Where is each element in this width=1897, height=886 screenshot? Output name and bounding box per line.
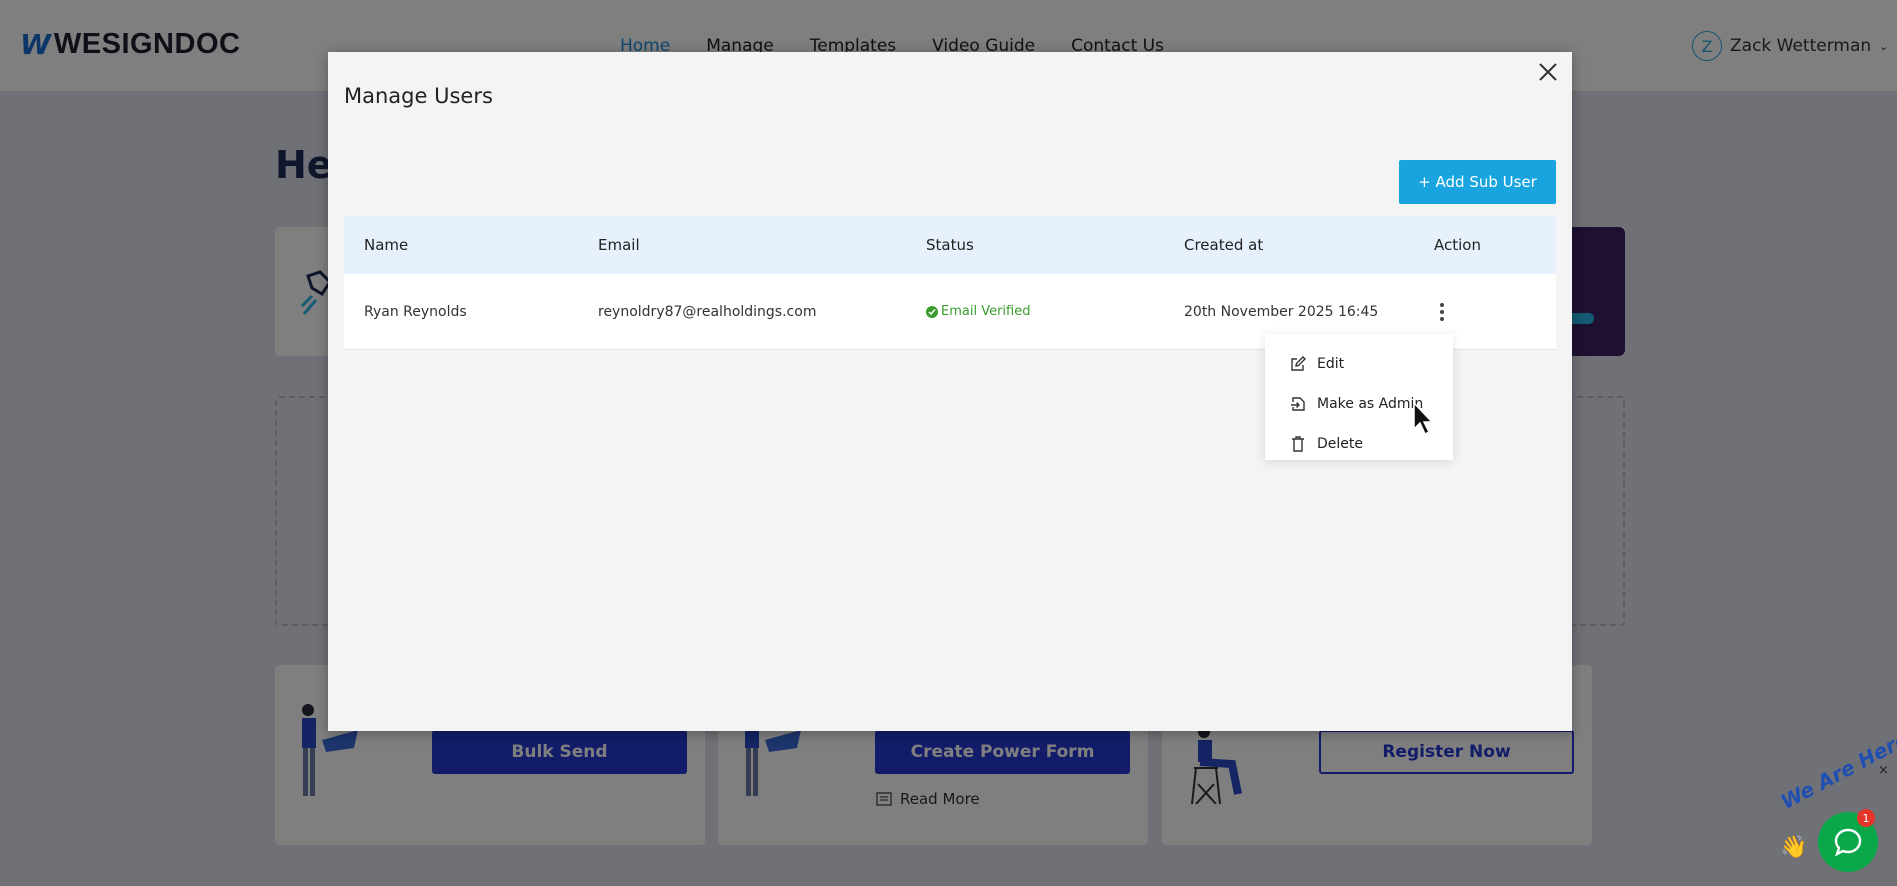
users-table: Name Email Status Created at Action Ryan… (344, 216, 1556, 350)
user-name-cell: Ryan Reynolds (364, 303, 467, 320)
menu-item-make-admin-label: Make as Admin (1317, 396, 1424, 412)
column-header-name: Name (364, 236, 409, 254)
status-label: Email Verified (941, 304, 1031, 319)
edit-icon (1291, 356, 1306, 371)
close-icon[interactable] (1534, 58, 1562, 86)
admin-switch-icon (1291, 397, 1305, 411)
menu-item-delete-label: Delete (1317, 436, 1363, 452)
trash-icon (1292, 436, 1304, 452)
action-dropdown-menu: Edit Make as Admin Delete (1265, 334, 1453, 460)
user-email-cell: reynoldry87@realholdings.com (598, 303, 817, 320)
notification-badge: 1 (1857, 809, 1875, 827)
add-sub-user-button[interactable]: + Add Sub User (1399, 160, 1556, 204)
column-header-email: Email (598, 236, 640, 254)
waving-hand-icon: 👋 (1780, 835, 1808, 860)
table-header: Name Email Status Created at Action (344, 216, 1556, 274)
column-header-action: Action (1434, 236, 1481, 254)
column-header-created-at: Created at (1184, 236, 1264, 254)
status-badge: Email Verified (926, 304, 1030, 319)
check-circle-icon (926, 305, 938, 318)
column-header-status: Status (926, 236, 974, 254)
chat-bubble-icon (1834, 828, 1862, 857)
menu-item-edit[interactable]: Edit (1265, 344, 1453, 384)
menu-item-edit-label: Edit (1317, 356, 1345, 372)
mouse-cursor-icon (1413, 401, 1434, 436)
created-at-cell: 20th November 2025 16:45 (1184, 303, 1379, 320)
manage-users-modal: Manage Users + Add Sub User Name Email S… (328, 52, 1572, 731)
more-options-icon[interactable] (1432, 299, 1452, 325)
modal-title: Manage Users (344, 84, 493, 108)
